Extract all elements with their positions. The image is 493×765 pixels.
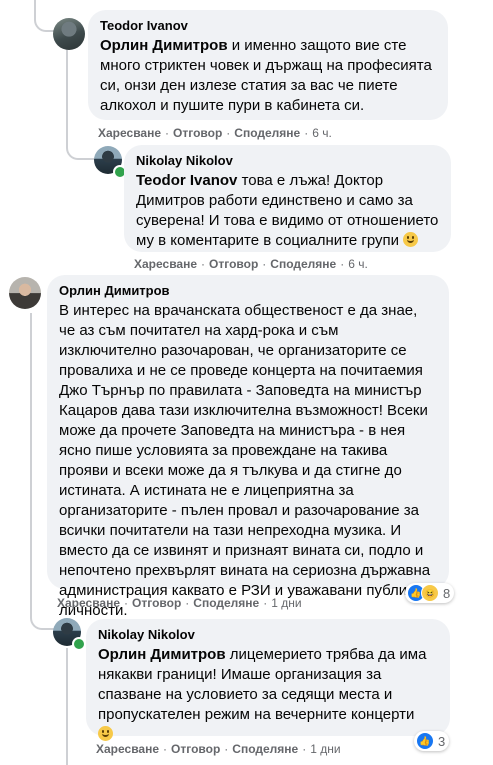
comment-author[interactable]: Nikolay Nikolov [98, 627, 438, 643]
thread-line [66, 48, 68, 136]
mention-link[interactable]: Орлин Димитров [98, 646, 226, 663]
comment-timestamp[interactable]: 6 ч. [312, 126, 332, 140]
reply-button[interactable]: Отговор [132, 596, 181, 610]
thread-connector [34, 12, 54, 32]
reaction-count: 8 [443, 585, 451, 601]
like-reaction-icon: 👍 [416, 732, 434, 750]
reaction-summary[interactable]: 👍 😆 8 [405, 583, 455, 603]
like-button[interactable]: Харесване [98, 126, 161, 140]
comment-timestamp[interactable]: 6 ч. [348, 257, 368, 271]
like-button[interactable]: Харесване [57, 596, 120, 610]
online-status-icon [72, 637, 86, 651]
reply-button[interactable]: Отговор [209, 257, 258, 271]
like-button[interactable]: Харесване [134, 257, 197, 271]
thread-connector [66, 134, 94, 160]
smile-emoji-icon [403, 232, 419, 247]
comment-author[interactable]: Орлин Димитров [59, 283, 437, 299]
comment-timestamp[interactable]: 1 дни [271, 596, 301, 610]
comment-author[interactable]: Teodor Ivanov [100, 18, 436, 34]
reaction-summary[interactable]: 👍 3 [414, 731, 450, 751]
thread-line [30, 313, 32, 603]
thread-line [66, 648, 68, 765]
comment-actions: Харесване · Отговор · Споделяне · 1 дни [57, 596, 302, 610]
reply-button[interactable]: Отговор [171, 742, 220, 756]
comment-bubble: Орлин Димитров В интерес на врачанската … [47, 275, 449, 619]
share-button[interactable]: Споделяне [270, 257, 336, 271]
mention-link[interactable]: Орлин Димитров [100, 37, 228, 54]
comment-actions: Харесване · Отговор · Споделяне · 1 дни [96, 742, 341, 756]
comment-actions: Харесване · Отговор · Споделяне · 6 ч. [134, 257, 368, 271]
comment-actions: Харесване · Отговор · Споделяне · 6 ч. [98, 126, 332, 140]
reaction-count: 3 [438, 733, 446, 749]
comment-author[interactable]: Nikolay Nikolov [136, 153, 439, 169]
comment-text: Орлин Димитров и именно защото вие сте м… [100, 37, 432, 114]
comment-text: Teodor Ivanov това е лъжа! Доктор Димитр… [136, 172, 439, 249]
avatar[interactable] [53, 18, 85, 50]
avatar[interactable] [9, 277, 41, 309]
like-button[interactable]: Харесване [96, 742, 159, 756]
comment-timestamp[interactable]: 1 дни [310, 742, 340, 756]
comment-bubble: Nikolay Nikolov Teodor Ivanov това е лъж… [124, 145, 451, 252]
thread-connector [30, 600, 54, 630]
comment-bubble: Teodor Ivanov Орлин Димитров и именно за… [88, 10, 448, 120]
share-button[interactable]: Споделяне [234, 126, 300, 140]
comment-bubble: Nikolay Nikolov Орлин Димитров лицемерие… [86, 619, 450, 741]
share-button[interactable]: Споделяне [193, 596, 259, 610]
mention-link[interactable]: Teodor Ivanov [136, 172, 237, 189]
comment-text: Орлин Димитров лицемерието трябва да има… [98, 645, 438, 745]
haha-reaction-icon: 😆 [421, 584, 439, 602]
share-button[interactable]: Споделяне [232, 742, 298, 756]
comment-text: В интерес на врачанската общественост е … [59, 302, 432, 619]
reply-button[interactable]: Отговор [173, 126, 222, 140]
smile-emoji-icon [98, 726, 113, 741]
